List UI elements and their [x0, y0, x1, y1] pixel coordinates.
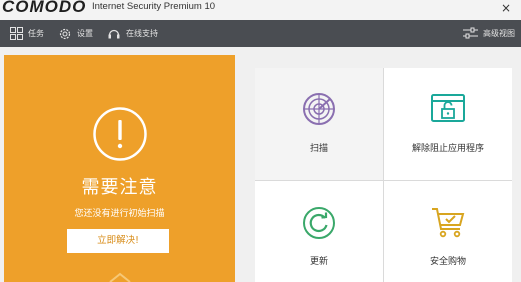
tile-safe-shopping-label: 安全购物 — [429, 257, 466, 267]
tile-scan-label: 扫描 — [309, 144, 328, 154]
alert-title: 需要注意 — [81, 177, 158, 198]
tile-safe-shopping[interactable]: 安全购物 — [384, 181, 512, 282]
title-bar: COMODO Internet Security Premium 10 × — [0, 0, 521, 20]
radar-scan-icon — [302, 92, 336, 130]
toolbar: 任务 设置 在线支持 高级视图 — [0, 20, 521, 47]
support-label: 在线支持 — [126, 29, 158, 38]
brand-logo: COMODO — [2, 0, 87, 16]
tile-scan[interactable]: 扫描 — [255, 68, 383, 180]
exclamation-circle-icon — [92, 106, 148, 166]
product-name: Internet Security Premium 10 — [92, 1, 216, 12]
tile-unblock-apps-label: 解除阻止应用程序 — [411, 144, 484, 154]
grid-icon — [10, 27, 23, 40]
refresh-icon — [302, 206, 336, 244]
tile-unblock-apps[interactable]: 解除阻止应用程序 — [384, 68, 512, 180]
tile-update-label: 更新 — [309, 257, 328, 267]
tasks-label: 任务 — [28, 29, 44, 38]
shopping-cart-icon — [430, 206, 466, 244]
alert-message: 您还没有进行初始扫描 — [74, 209, 165, 219]
support-button[interactable]: 在线支持 — [93, 20, 158, 47]
tasks-button[interactable]: 任务 — [0, 20, 44, 47]
settings-label: 设置 — [77, 29, 93, 38]
gear-icon — [58, 27, 72, 41]
settings-button[interactable]: 设置 — [44, 20, 93, 47]
sliders-icon — [463, 27, 478, 40]
advanced-view-label: 高级视图 — [483, 29, 515, 38]
fix-now-button[interactable]: 立即解决! — [67, 229, 169, 253]
advanced-view-button[interactable]: 高级视图 — [453, 20, 515, 47]
chevron-up-icon[interactable] — [108, 269, 132, 282]
alert-panel: 需要注意 您还没有进行初始扫描 立即解决! — [4, 55, 235, 282]
tile-update[interactable]: 更新 — [255, 181, 383, 282]
task-tiles: 扫描 解除阻止应用程序 更新 安全购物 — [255, 68, 512, 282]
headset-icon — [107, 27, 121, 41]
unlock-window-icon — [430, 93, 466, 129]
close-button[interactable]: × — [501, 2, 511, 14]
